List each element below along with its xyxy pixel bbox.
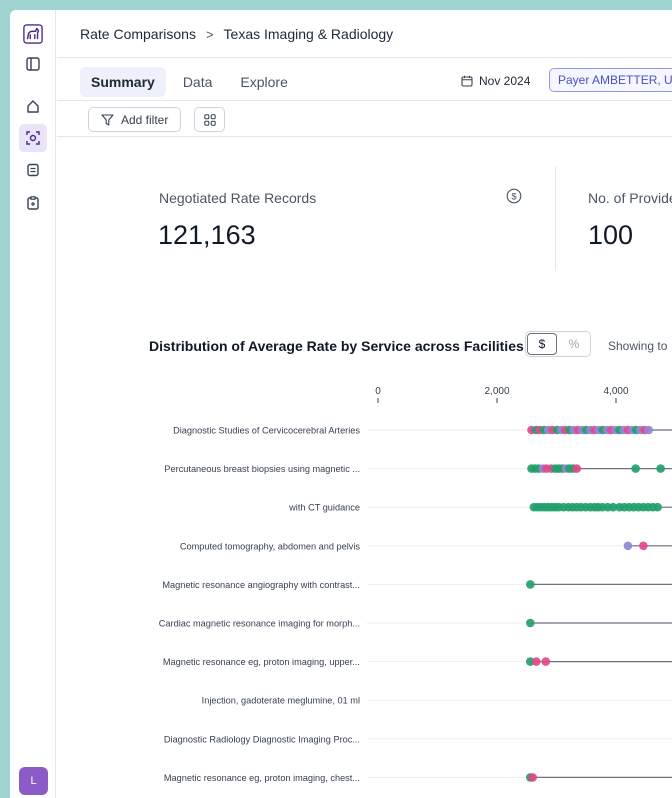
- filter-funnel-icon: [101, 113, 114, 126]
- layout-grid-button[interactable]: [194, 107, 225, 132]
- category-label: Diagnostic Studies of Cervicocerebral Ar…: [173, 426, 360, 436]
- svg-text:$: $: [511, 192, 517, 203]
- document-icon[interactable]: [23, 160, 43, 180]
- user-avatar[interactable]: L: [19, 767, 48, 795]
- breadcrumb-separator: >: [205, 26, 214, 42]
- records-card-value: 121,163: [158, 220, 256, 250]
- showing-top-label: Showing to: [608, 339, 668, 353]
- main-area: Rate Comparisons > Texas Imaging & Radio…: [57, 10, 672, 798]
- rate-point: [526, 618, 535, 628]
- calendar-icon: [461, 75, 473, 87]
- rate-point: [528, 773, 537, 782]
- tab-explore[interactable]: Explore: [229, 67, 298, 97]
- toggle-dollar[interactable]: $: [527, 333, 557, 355]
- category-label: with CT guidance: [288, 503, 360, 513]
- toolbar-divider: [57, 136, 672, 137]
- horse-logo-icon[interactable]: [23, 24, 43, 44]
- breadcrumb-current: Texas Imaging & Radiology: [223, 26, 394, 42]
- rate-comparison-icon[interactable]: [19, 124, 47, 152]
- tabs-divider: [57, 100, 672, 101]
- date-filter-label: Nov 2024: [479, 74, 531, 88]
- tab-summary[interactable]: Summary: [80, 67, 166, 97]
- x-tick-label: 2,000: [484, 386, 509, 397]
- home-icon[interactable]: [23, 96, 43, 116]
- providers-card-value: 100: [588, 220, 634, 250]
- rate-point: [656, 464, 665, 473]
- view-tabs: Summary Data Explore: [80, 67, 299, 97]
- category-label: Magnetic resonance eg, proton imaging, c…: [164, 773, 360, 783]
- category-label: Diagnostic Radiology Diagnostic Imaging …: [164, 734, 360, 744]
- breadcrumb-parent[interactable]: Rate Comparisons: [80, 26, 196, 42]
- providers-card-label: No. of Provider: [588, 190, 672, 206]
- category-label: Computed tomography, abdomen and pelvis: [180, 541, 361, 551]
- records-card-label: Negotiated Rate Records: [159, 190, 317, 206]
- header-divider: [57, 57, 672, 58]
- rate-point: [526, 580, 535, 589]
- rate-point: [631, 464, 640, 473]
- rate-point: [644, 425, 654, 435]
- card-divider: [555, 166, 556, 271]
- dollar-circle-icon: $: [506, 188, 522, 209]
- x-tick-label: 4,000: [603, 386, 628, 397]
- unit-toggle: $ %: [525, 331, 591, 357]
- category-label: Percutaneous breast biopsies using magne…: [164, 464, 360, 474]
- add-filter-button[interactable]: Add filter: [88, 107, 182, 132]
- rate-point: [623, 541, 633, 551]
- rate-point: [572, 464, 582, 473]
- rate-point: [541, 657, 551, 666]
- category-label: Magnetic resonance eg, proton imaging, u…: [163, 657, 360, 667]
- app-window: L Rate Comparisons > Texas Imaging & Rad…: [10, 10, 672, 798]
- sidebar: L: [10, 10, 56, 798]
- category-label: Injection, gadoterate meglumine, 01 ml: [202, 696, 360, 706]
- x-tick-label: 0: [375, 386, 381, 397]
- date-filter[interactable]: Nov 2024: [461, 74, 530, 88]
- breadcrumb: Rate Comparisons > Texas Imaging & Radio…: [80, 26, 393, 42]
- toggle-percent[interactable]: %: [558, 332, 590, 356]
- rate-point: [653, 502, 662, 512]
- clipboard-icon[interactable]: [23, 193, 43, 213]
- rate-point: [531, 657, 541, 666]
- rate-point: [639, 541, 648, 551]
- add-filter-label: Add filter: [121, 112, 169, 127]
- panel-toggle-icon[interactable]: [23, 54, 43, 74]
- rate-distribution-chart: 0 2,000 4,000 Diagnostic Studies of Cervico…: [159, 386, 672, 783]
- grid-icon: [203, 113, 216, 126]
- tab-data[interactable]: Data: [172, 67, 224, 97]
- payer-filter-chip[interactable]: Payer AMBETTER, UI: [549, 68, 672, 92]
- chart-title: Distribution of Average Rate by Service …: [149, 338, 524, 354]
- category-label: Magnetic resonance angiography with cont…: [162, 580, 360, 590]
- category-label: Cardiac magnetic resonance imaging for m…: [159, 619, 360, 629]
